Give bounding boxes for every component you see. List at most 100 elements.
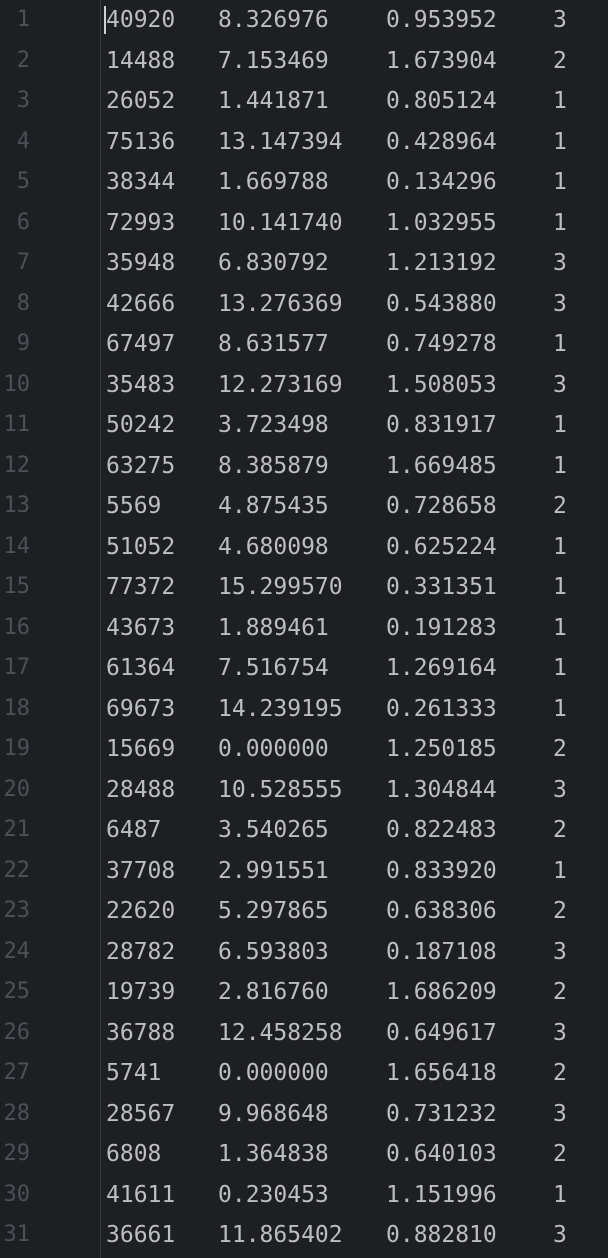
line-number: 23 bbox=[3, 898, 31, 923]
column-2-value: 1.669788 bbox=[218, 169, 329, 195]
editor-line[interactable]: 28 28567 9.968648 0.731232 3 bbox=[0, 1094, 608, 1135]
editor-line[interactable]: 4 75136 13.147394 0.428964 1 bbox=[0, 122, 608, 163]
line-number: 1 bbox=[16, 7, 30, 32]
column-2-value: 9.968648 bbox=[218, 1100, 329, 1127]
editor-line[interactable]: 20 28488 10.528555 1.304844 3 bbox=[0, 770, 608, 811]
column-4-value: 1 bbox=[553, 695, 567, 722]
editor-line[interactable]: 23 22620 5.297865 0.638306 2 bbox=[0, 891, 608, 932]
column-3-value: 0.882810 bbox=[386, 1222, 497, 1248]
column-2-value: 0.000000 bbox=[218, 1060, 329, 1086]
column-4-value: 3 bbox=[553, 938, 567, 965]
column-2-value: 1.364838 bbox=[218, 1141, 329, 1167]
column-2-value: 8.326976 bbox=[218, 7, 329, 33]
editor-line[interactable]: 7 35948 6.830792 1.213192 3 bbox=[0, 243, 608, 284]
column-2-value: 1.889461 bbox=[218, 614, 329, 641]
editor-line[interactable]: 21 6487 3.540265 0.822483 2 bbox=[0, 810, 608, 851]
column-2-value: 13.147394 bbox=[218, 128, 343, 155]
editor-line[interactable]: 16 43673 1.889461 0.191283 1 bbox=[0, 608, 608, 649]
column-3-value: 0.134296 bbox=[386, 169, 497, 195]
code-editor[interactable]: 1 40920 8.326976 0.953952 3 2 14488 7.153469 1.6… bbox=[0, 0, 608, 1258]
editor-line[interactable]: 13 5569 4.875435 0.728658 2 bbox=[0, 486, 608, 527]
column-3-value: 0.728658 bbox=[386, 493, 497, 519]
editor-text-area[interactable]: 1 40920 8.326976 0.953952 3 2 14488 7.153469 1.6… bbox=[0, 0, 608, 1256]
editor-line[interactable]: 30 41611 0.230453 1.151996 1 bbox=[0, 1175, 608, 1216]
line-number: 26 bbox=[3, 1019, 31, 1045]
editor-line[interactable]: 24 28782 6.593803 0.187108 3 bbox=[0, 932, 608, 973]
editor-line[interactable]: 25 19739 2.816760 1.686209 2 bbox=[0, 972, 608, 1013]
column-1-value: 5741 bbox=[106, 1060, 162, 1086]
line-number: 31 bbox=[3, 1222, 31, 1247]
column-1-value: 36788 bbox=[106, 1019, 176, 1046]
editor-line[interactable]: 1 40920 8.326976 0.953952 3 bbox=[0, 0, 608, 41]
line-number: 6 bbox=[16, 209, 30, 235]
column-3-value: 0.831917 bbox=[386, 412, 497, 438]
column-3-value: 1.656418 bbox=[386, 1060, 497, 1086]
line-number: 4 bbox=[16, 128, 30, 154]
column-4-value: 1 bbox=[553, 169, 567, 195]
column-3-value: 0.625224 bbox=[386, 533, 497, 560]
editor-line[interactable]: 2 14488 7.153469 1.673904 2 bbox=[0, 41, 608, 82]
editor-line[interactable]: 15 77372 15.299570 0.331351 1 bbox=[0, 567, 608, 608]
editor-line[interactable]: 27 5741 0.000000 1.656418 2 bbox=[0, 1053, 608, 1094]
column-2-value: 3.723498 bbox=[218, 412, 329, 438]
column-3-value: 0.428964 bbox=[386, 128, 497, 155]
column-2-value: 0.000000 bbox=[218, 736, 329, 762]
column-1-value: 61364 bbox=[106, 655, 176, 681]
column-4-value: 1 bbox=[553, 574, 567, 600]
line-number: 13 bbox=[3, 493, 31, 518]
editor-line[interactable]: 18 69673 14.239195 0.261333 1 bbox=[0, 689, 608, 730]
editor-line[interactable]: 10 35483 12.273169 1.508053 3 bbox=[0, 365, 608, 406]
editor-line[interactable]: 19 15669 0.000000 1.250185 2 bbox=[0, 729, 608, 770]
column-3-value: 1.673904 bbox=[386, 47, 497, 74]
column-3-value: 0.640103 bbox=[386, 1141, 497, 1167]
column-4-value: 3 bbox=[553, 7, 567, 33]
editor-line[interactable]: 11 50242 3.723498 0.831917 1 bbox=[0, 405, 608, 446]
column-3-value: 1.508053 bbox=[386, 371, 497, 398]
column-2-value: 8.385879 bbox=[218, 452, 329, 479]
line-number: 10 bbox=[3, 371, 31, 397]
column-4-value: 2 bbox=[553, 1060, 567, 1086]
editor-line[interactable]: 14 51052 4.680098 0.625224 1 bbox=[0, 527, 608, 568]
column-1-value: 72993 bbox=[106, 209, 176, 236]
column-1-value: 28782 bbox=[106, 938, 176, 965]
line-number: 25 bbox=[3, 979, 31, 1004]
line-number: 16 bbox=[3, 614, 31, 640]
column-4-value: 2 bbox=[553, 1141, 567, 1167]
column-2-value: 1.441871 bbox=[218, 88, 329, 114]
editor-line[interactable]: 9 67497 8.631577 0.749278 1 bbox=[0, 324, 608, 365]
line-number: 28 bbox=[3, 1100, 31, 1126]
column-1-value: 43673 bbox=[106, 614, 176, 641]
column-1-value: 37708 bbox=[106, 857, 176, 884]
line-number: 11 bbox=[3, 412, 31, 437]
column-3-value: 1.032955 bbox=[386, 209, 497, 236]
column-4-value: 3 bbox=[553, 371, 567, 398]
editor-line[interactable]: 31 36661 11.865402 0.882810 3 bbox=[0, 1215, 608, 1256]
line-number: 24 bbox=[3, 938, 31, 964]
column-2-value: 0.230453 bbox=[218, 1181, 329, 1208]
column-3-value: 0.822483 bbox=[386, 817, 497, 843]
column-1-value: 28488 bbox=[106, 776, 176, 803]
column-4-value: 2 bbox=[553, 47, 567, 74]
editor-line[interactable]: 26 36788 12.458258 0.649617 3 bbox=[0, 1013, 608, 1054]
editor-line[interactable]: 12 63275 8.385879 1.669485 1 bbox=[0, 446, 608, 487]
editor-line[interactable]: 8 42666 13.276369 0.543880 3 bbox=[0, 284, 608, 325]
column-4-value: 1 bbox=[553, 655, 567, 681]
column-2-value: 15.299570 bbox=[218, 574, 343, 600]
editor-line[interactable]: 17 61364 7.516754 1.269164 1 bbox=[0, 648, 608, 689]
column-3-value: 1.213192 bbox=[386, 250, 497, 276]
line-number: 22 bbox=[3, 857, 31, 883]
editor-line[interactable]: 6 72993 10.141740 1.032955 1 bbox=[0, 203, 608, 244]
column-4-value: 2 bbox=[553, 736, 567, 762]
column-3-value: 1.304844 bbox=[386, 776, 497, 803]
column-1-value: 5569 bbox=[106, 493, 162, 519]
editor-line[interactable]: 3 26052 1.441871 0.805124 1 bbox=[0, 81, 608, 122]
editor-line[interactable]: 22 37708 2.991551 0.833920 1 bbox=[0, 851, 608, 892]
column-3-value: 0.953952 bbox=[386, 7, 497, 33]
column-4-value: 1 bbox=[553, 857, 567, 884]
editor-line[interactable]: 29 6808 1.364838 0.640103 2 bbox=[0, 1134, 608, 1175]
column-2-value: 13.276369 bbox=[218, 290, 343, 317]
column-4-value: 2 bbox=[553, 898, 567, 924]
column-4-value: 1 bbox=[553, 452, 567, 479]
editor-line[interactable]: 5 38344 1.669788 0.134296 1 bbox=[0, 162, 608, 203]
column-4-value: 3 bbox=[553, 250, 567, 276]
